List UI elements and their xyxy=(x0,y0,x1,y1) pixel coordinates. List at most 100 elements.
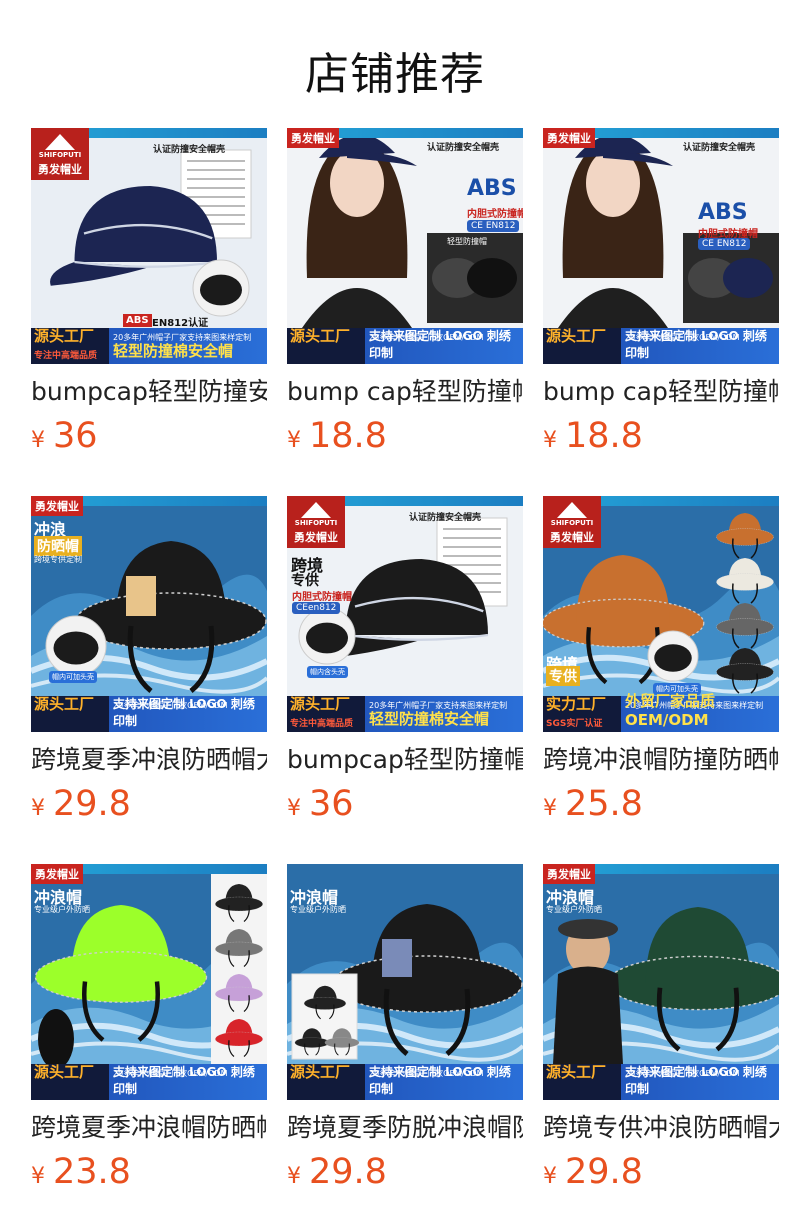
page-title: 店铺推荐 xyxy=(305,49,485,100)
brand-badge: 勇发帽业 xyxy=(550,531,594,544)
source-label: 实力工厂 xyxy=(546,695,607,713)
image-headline-2: 专供 xyxy=(291,573,319,589)
product-name[interactable]: 跨境夏季防脱冲浪帽防晒 xyxy=(287,1112,523,1144)
brand-badge: 勇发帽业 xyxy=(38,163,82,176)
product-name[interactable]: bumpcap轻型防撞帽壳 xyxy=(287,744,523,776)
product-price: ¥29.8 xyxy=(543,1152,779,1192)
product-card[interactable]: SHIFOPUTI 勇发帽业 认证防撞安全帽壳 内胆式防撞帽 CEen812 跨境 专供 帽内… xyxy=(287,496,523,864)
price-value: 36 xyxy=(53,416,98,456)
brand-logo-text: SHIFOPUTI xyxy=(550,519,594,527)
source-label: 源头工厂 xyxy=(546,327,607,345)
product-price: ¥18.8 xyxy=(543,416,779,456)
source-label: 源头工厂 xyxy=(290,327,351,345)
brand-badge: 勇发帽业 xyxy=(543,128,595,148)
currency-symbol: ¥ xyxy=(31,1164,45,1189)
product-price: ¥18.8 xyxy=(287,416,523,456)
bottom-banner-main: 支持来图定制 LOGO 刺绣 印制 xyxy=(369,329,511,360)
product-card[interactable]: 勇发帽业 冲浪 防晒帽 跨境专供定制 帽内可加头壳 源头工厂 20多年广州帽子厂家OEM/O… xyxy=(31,496,267,864)
bottom-banner-main: 外贸厂家品质OEM/ODM xyxy=(625,692,716,729)
currency-symbol: ¥ xyxy=(543,796,557,821)
product-name[interactable]: bump cap轻型防撞帽 xyxy=(543,376,779,408)
image-sub: 专业级户外防晒 xyxy=(290,905,346,914)
price-value: 36 xyxy=(309,784,354,824)
cert-title: 认证防撞安全帽壳 xyxy=(409,513,482,523)
product-name[interactable]: 跨境冲浪帽防撞防晒帽 xyxy=(543,744,779,776)
currency-symbol: ¥ xyxy=(287,1164,301,1189)
brand-logo-text: SHIFOPUTI xyxy=(38,151,82,159)
product-name[interactable]: bumpcap轻型防撞安全帽 xyxy=(31,376,267,408)
price-value: 18.8 xyxy=(565,416,643,456)
brand-badge: 勇发帽业 xyxy=(294,531,338,544)
cert-title: 认证防撞安全帽壳 xyxy=(153,145,226,155)
source-sub: SGS实厂认证 xyxy=(546,719,603,729)
source-sub: 专注中高端品质 xyxy=(34,351,98,361)
bottom-banner-main: 支持来图定制 LOGO 刺绣 印制 xyxy=(113,1065,255,1096)
brand-badge: 勇发帽业 xyxy=(287,128,339,148)
product-name[interactable]: 跨境专供冲浪防晒帽大檐 xyxy=(543,1112,779,1144)
abs-sub: 内胆式防撞帽 xyxy=(292,592,352,603)
currency-symbol: ¥ xyxy=(31,796,45,821)
price-value: 18.8 xyxy=(309,416,387,456)
abs-label: ABS xyxy=(123,314,152,327)
product-thumbnail[interactable]: 冲浪帽 专业级户外防晒 源头工厂 20多年广州帽子厂家OEM/ODM 支持来图定制 LO… xyxy=(287,864,523,1100)
product-card[interactable]: SHIFOPUTI 勇发帽业 认证防撞安全帽壳 ABS EN812认证 源头工厂 专注中高端… xyxy=(31,128,267,496)
product-card[interactable]: 冲浪帽 专业级户外防晒 源头工厂 20多年广州帽子厂家OEM/ODM 支持来图定制 LO… xyxy=(287,864,523,1232)
bottom-banner-main: 支持来图定制 LOGO 刺绣 印制 xyxy=(113,697,255,728)
product-thumbnail[interactable]: 勇发帽业 冲浪帽 专业级户外防晒 源头工厂 20多年广州帽子厂家OEM/ODM 支持来图定… xyxy=(543,864,779,1100)
bottom-banner-main: 轻型防撞棉安全帽 xyxy=(113,342,234,360)
product-grid: SHIFOPUTI 勇发帽业 认证防撞安全帽壳 ABS EN812认证 源头工厂 专注中高端… xyxy=(31,128,779,1232)
product-card[interactable]: SHIFOPUTI 勇发帽业 跨境 专供 帽内可加头壳 实力工厂 SGS实厂认证 20多年广州… xyxy=(543,496,779,864)
image-sub: 跨境专供定制 xyxy=(34,555,82,564)
product-thumbnail[interactable]: 勇发帽业 认证防撞安全帽壳 ABS 内胆式防撞帽 CE EN812 源头工厂 20多年广州帽… xyxy=(543,128,779,364)
product-price: ¥25.8 xyxy=(543,784,779,824)
shop-recommend-page: 店铺推荐 SHIFOPUTI 勇发帽业 认证防撞安全帽壳 ABS EN812认证 源头工厂… xyxy=(0,0,790,1232)
image-headline-2: 专供 xyxy=(546,666,580,686)
product-thumbnail[interactable]: 勇发帽业 冲浪帽 专业级户外防晒 源头工厂 20多年广州帽子厂家OEM/ODM 支持来图定… xyxy=(31,864,267,1100)
insert-label: 轻型防撞帽 xyxy=(447,237,487,246)
ce-badge: CE EN812 xyxy=(698,238,751,250)
abs-sub: 内胆式防撞帽 xyxy=(467,209,523,220)
source-label: 源头工厂 xyxy=(290,1063,351,1081)
source-label: 源头工厂 xyxy=(34,695,95,713)
mountain-icon xyxy=(557,502,587,518)
abs-label: ABS xyxy=(467,176,517,201)
brand-badge: 勇发帽业 xyxy=(543,864,595,884)
source-label: 源头工厂 xyxy=(546,1063,607,1081)
product-thumbnail[interactable]: SHIFOPUTI 勇发帽业 认证防撞安全帽壳 ABS EN812认证 源头工厂 专注中高端… xyxy=(31,128,267,364)
image-note: 帽内可加头壳 xyxy=(49,671,97,683)
brand-logo-text: SHIFOPUTI xyxy=(294,519,338,527)
abs-suffix: EN812认证 xyxy=(152,318,209,329)
image-sub: 专业级户外防晒 xyxy=(34,905,90,914)
price-value: 25.8 xyxy=(565,784,643,824)
product-card[interactable]: 勇发帽业 冲浪帽 专业级户外防晒 源头工厂 20多年广州帽子厂家OEM/ODM 支持来图定… xyxy=(543,864,779,1232)
currency-symbol: ¥ xyxy=(287,796,301,821)
product-thumbnail[interactable]: SHIFOPUTI 勇发帽业 认证防撞安全帽壳 内胆式防撞帽 CEen812 跨境 专供 帽内… xyxy=(287,496,523,732)
bottom-banner-main: 支持来图定制 LOGO 刺绣 印制 xyxy=(625,1065,767,1096)
product-name[interactable]: bump cap轻型防撞帽 xyxy=(287,376,523,408)
currency-symbol: ¥ xyxy=(31,428,45,453)
cert-title: 认证防撞安全帽壳 xyxy=(427,143,500,153)
product-name[interactable]: 跨境夏季冲浪防晒帽大檐 xyxy=(31,744,267,776)
price-value: 29.8 xyxy=(565,1152,643,1192)
source-label: 源头工厂 xyxy=(34,1063,95,1081)
product-card[interactable]: 勇发帽业 认证防撞安全帽壳 ABS 内胆式防撞帽 CE EN812 轻型防撞帽 源头工厂 20… xyxy=(287,128,523,496)
source-label: 源头工厂 xyxy=(290,695,351,713)
image-sub: 专业级户外防晒 xyxy=(546,905,602,914)
product-thumbnail[interactable]: SHIFOPUTI 勇发帽业 跨境 专供 帽内可加头壳 实力工厂 SGS实厂认证 20多年广州… xyxy=(543,496,779,732)
product-card[interactable]: 勇发帽业 冲浪帽 专业级户外防晒 源头工厂 20多年广州帽子厂家OEM/ODM 支持来图定… xyxy=(31,864,267,1232)
ce-badge: CEen812 xyxy=(292,602,341,614)
bottom-banner-main: 支持来图定制 LOGO 刺绣 印制 xyxy=(625,329,767,360)
product-thumbnail[interactable]: 勇发帽业 认证防撞安全帽壳 ABS 内胆式防撞帽 CE EN812 轻型防撞帽 源头工厂 20… xyxy=(287,128,523,364)
source-sub: 专注中高端品质 xyxy=(290,719,354,729)
product-thumbnail[interactable]: 勇发帽业 冲浪 防晒帽 跨境专供定制 帽内可加头壳 源头工厂 20多年广州帽子厂家OEM/O… xyxy=(31,496,267,732)
product-name[interactable]: 跨境夏季冲浪帽防晒帽 xyxy=(31,1112,267,1144)
image-note: 帽内含头壳 xyxy=(307,666,348,678)
brand-badge: 勇发帽业 xyxy=(31,496,83,516)
product-card[interactable]: 勇发帽业 认证防撞安全帽壳 ABS 内胆式防撞帽 CE EN812 源头工厂 20多年广州帽… xyxy=(543,128,779,496)
product-price: ¥36 xyxy=(31,416,267,456)
brand-logo: SHIFOPUTI 勇发帽业 xyxy=(287,496,345,548)
price-value: 23.8 xyxy=(53,1152,131,1192)
price-value: 29.8 xyxy=(53,784,131,824)
ce-badge: CE EN812 xyxy=(467,220,520,232)
currency-symbol: ¥ xyxy=(287,428,301,453)
